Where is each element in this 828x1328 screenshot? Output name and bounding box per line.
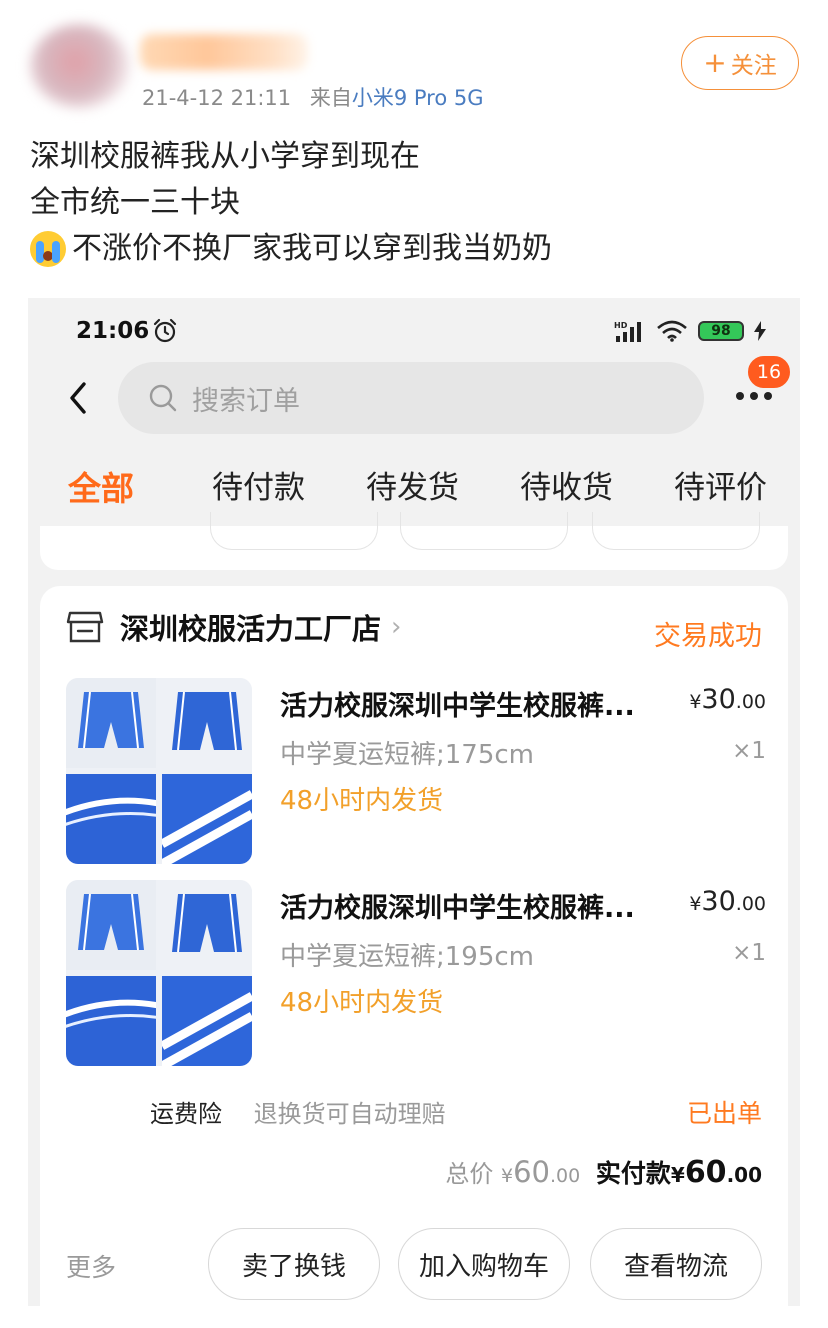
product-title: 活力校服深圳中学生校服裤... [280,691,635,722]
insurance-status: 已出单 [686,1099,762,1128]
post-meta: 21-4-12 21:11 来自小米9 Pro 5G [142,82,484,112]
product-quantity: ×1 [732,940,766,966]
insurance-label: 运费险 [150,1100,222,1128]
tab-all[interactable]: 全部 [68,462,134,510]
top-bar: 搜索订单 16 [28,354,800,436]
search-input[interactable]: 搜索订单 [118,362,704,434]
status-right: HD 98 [614,320,766,342]
insurance-description: 退换货可自动理赔 [253,1100,446,1128]
product-price: ¥30.00 [689,886,766,917]
wifi-icon [657,320,687,342]
product-title: 活力校服深圳中学生校服裤... [280,893,635,924]
search-placeholder: 搜索订单 [192,385,300,417]
product-spec: 中学夏运短裤;175cm [280,740,535,770]
order-item[interactable]: 活力校服深圳中学生校服裤... 中学夏运短裤;195cm 48小时内发货 ¥30… [66,880,766,1066]
post-line-text: 不涨价不换厂家我可以穿到我当奶奶 [72,231,552,266]
previous-action-button[interactable] [592,512,760,550]
product-spec: 中学夏运短裤;195cm [280,942,535,972]
tab-pending-receipt[interactable]: 待收货 [520,462,613,507]
add-to-cart-button[interactable]: 加入购物车 [398,1228,570,1300]
plus-icon: + [703,46,727,79]
battery-icon: 98 [698,321,744,341]
product-thumbnail [66,678,252,864]
tab-pending-payment[interactable]: 待付款 [212,462,305,507]
total-label: 总价 [445,1160,494,1188]
order-screenshot-image[interactable]: 21:06 HD 98 搜索订单 16 全部 待付款 待发货 待收货 待评价 深… [28,298,800,1306]
charging-icon [754,321,766,341]
view-logistics-button[interactable]: 查看物流 [590,1228,762,1300]
shop-header[interactable]: 深圳校服活力工厂店 › [66,606,401,648]
previous-action-button[interactable] [210,512,378,550]
follow-label: 关注 [730,53,777,79]
back-arrow-icon[interactable] [64,380,94,416]
avatar[interactable] [30,24,130,108]
alarm-icon [153,318,177,343]
post-line: 不涨价不换厂家我可以穿到我当奶奶 [30,226,552,272]
order-tabs: 全部 待付款 待发货 待收货 待评价 [28,462,800,518]
signal-icon: HD [614,321,641,342]
crying-emoji-icon [30,231,66,267]
tab-pending-shipment[interactable]: 待发货 [366,462,459,507]
product-price: ¥30.00 [689,684,766,715]
shipping-insurance-row[interactable]: 运费险 退换货可自动理赔 [150,1094,446,1129]
search-icon [149,384,177,412]
sell-button[interactable]: 卖了换钱 [208,1228,380,1300]
more-dots-icon[interactable] [734,388,774,404]
shipping-note: 48小时内发货 [280,786,444,816]
post-line: 深圳校服裤我从小学穿到现在 [30,139,420,174]
previous-order-card [40,512,788,570]
shop-icon [66,611,104,643]
total-amount: 60 [513,1155,551,1189]
paid-label: 实付款 [595,1159,671,1188]
order-status: 交易成功 [654,621,762,652]
battery-level: 98 [711,323,731,339]
chevron-right-icon: › [391,612,402,642]
post-timestamp: 21-4-12 21:11 [142,86,292,110]
status-time: 21:06 [76,318,150,344]
post-text: 深圳校服裤我从小学穿到现在 全市统一三十块 不涨价不换厂家我可以穿到我当奶奶 [30,134,552,272]
order-item[interactable]: 活力校服深圳中学生校服裤... 中学夏运短裤;175cm 48小时内发货 ¥30… [66,678,766,864]
username-blurred[interactable] [140,34,308,70]
more-link[interactable]: 更多 [66,1248,116,1284]
post-device[interactable]: 小米9 Pro 5G [352,86,484,110]
previous-action-button[interactable] [400,512,568,550]
notification-badge: 16 [746,354,792,390]
order-card[interactable]: 深圳校服活力工厂店 › 交易成功 活力校服深圳中学生校服裤... 中学夏运短裤;… [40,586,788,1306]
order-total: 总价 ¥60.00 实付款¥60.00 [445,1155,762,1190]
status-bar: 21:06 HD 98 [28,298,800,366]
tab-pending-review[interactable]: 待评价 [674,462,767,507]
paid-amount: 60 [684,1155,727,1190]
shop-name: 深圳校服活力工厂店 [120,612,382,646]
svg-text:HD: HD [614,321,628,330]
post-via: 来自 [309,86,352,110]
product-quantity: ×1 [732,738,766,764]
follow-button[interactable]: + 关注 [681,36,799,90]
shipping-note: 48小时内发货 [280,988,444,1018]
product-thumbnail [66,880,252,1066]
post-line: 全市统一三十块 [30,185,240,220]
